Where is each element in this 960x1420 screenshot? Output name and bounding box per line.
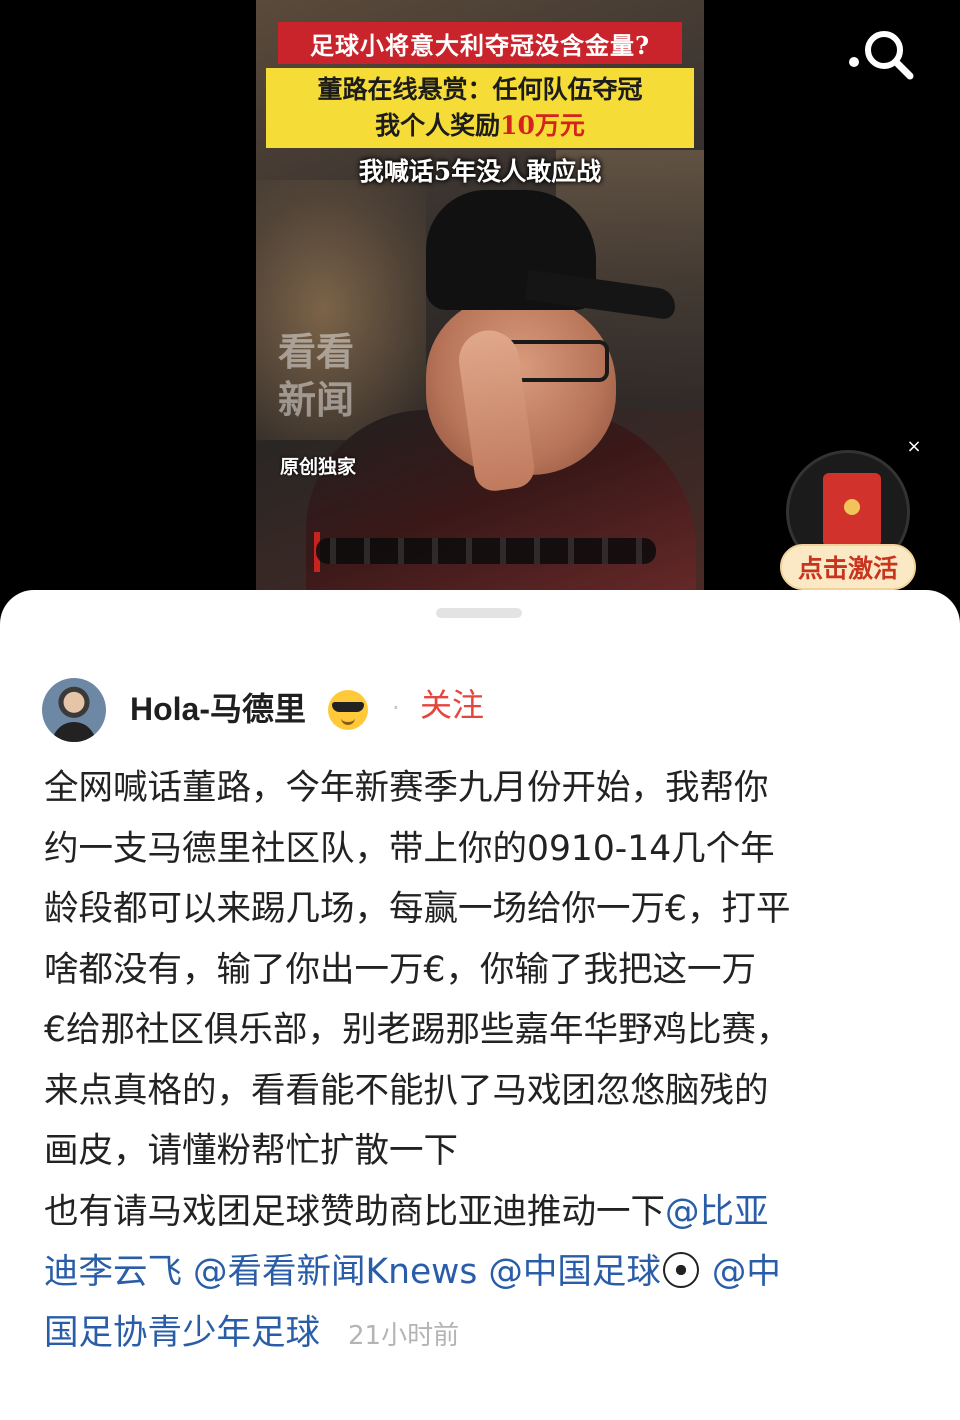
post-line: 迪李云飞 @看看新闻Knews @中国足球 @中	[44, 1242, 924, 1303]
search-icon	[849, 31, 914, 80]
close-icon[interactable]: ×	[900, 432, 928, 460]
search-button[interactable]	[846, 22, 918, 82]
post-line-text: 也有请马戏团足球赞助商比亚迪推动一下	[44, 1191, 665, 1232]
post-sheet: Hola-马德里 · 关注 全网喊话董路，今年新赛季九月份开始，我帮你 约一支马…	[0, 590, 960, 1420]
activate-button[interactable]: 点击激活	[780, 544, 916, 590]
watermark-logo: 看看 新闻	[278, 328, 354, 424]
post-line: 全网喊话董路，今年新赛季九月份开始，我帮你	[44, 768, 769, 808]
author-row: Hola-马德里 · 关注	[42, 678, 922, 744]
mention-link-knews[interactable]: @看看新闻Knews	[193, 1252, 477, 1292]
post-line: 龄段都可以来踢几场，每赢一场给你一万€，打平	[44, 889, 791, 929]
post-line: 国足协青少年足球 21小时前	[44, 1303, 924, 1367]
follow-button[interactable]: 关注	[420, 680, 484, 726]
video-caption-subtitle: 我喊话5年没人敢应战	[358, 157, 602, 186]
headline-line-2: 我个人奖励10万元	[266, 108, 694, 144]
separator-dot: ·	[392, 694, 400, 722]
watermark-line-1: 看看	[278, 329, 355, 374]
headline-highlight: 10万元	[500, 111, 585, 140]
post-line: 也有请马戏团足球赞助商比亚迪推动一下@比亚	[44, 1182, 924, 1243]
sunglasses-emoji-icon	[328, 690, 368, 730]
watermark-line-2: 新闻	[278, 377, 355, 422]
post-timestamp: 21小时前	[348, 1320, 460, 1351]
sheet-grab-handle[interactable]	[436, 608, 522, 618]
headline-line-2-prefix: 我个人奖励	[375, 111, 501, 140]
video-area[interactable]: 足球小将意大利夺冠没含金量? 董路在线悬赏：任何队伍夺冠 我个人奖励10万元 我…	[0, 0, 960, 600]
mention-link-cfa-youth[interactable]: @中	[712, 1252, 781, 1292]
post-text: 全网喊话董路，今年新赛季九月份开始，我帮你 约一支马德里社区队，带上你的0910…	[44, 758, 924, 1366]
post-line: 啥都没有，输了你出一万€，你输了我把这一万	[44, 949, 756, 990]
post-line: 来点真格的，看看能不能扒了马戏团忽悠脑残的	[44, 1070, 769, 1111]
author-name[interactable]: Hola-马德里	[130, 684, 306, 730]
post-line: 画皮，请懂粉帮忙扩散一下	[44, 1131, 458, 1171]
mention-link-byd-cont[interactable]: 迪李云飞	[44, 1252, 182, 1292]
video-caption-title: 足球小将意大利夺冠没含金量?	[278, 22, 682, 64]
post-line: €给那社区俱乐部，别老踢那些嘉年华野鸡比赛，	[44, 1010, 791, 1050]
mention-link-cfa-youth-cont[interactable]: 国足协青少年足球	[44, 1313, 320, 1353]
red-envelope-icon	[823, 473, 881, 547]
video-frame[interactable]: 足球小将意大利夺冠没含金量? 董路在线悬赏：任何队伍夺冠 我个人奖励10万元 我…	[256, 0, 704, 592]
headline-line-1: 董路在线悬赏：任何队伍夺冠	[317, 75, 643, 104]
mention-link-byd[interactable]: @比亚	[665, 1192, 769, 1232]
video-caption-headline: 董路在线悬赏：任何队伍夺冠 我个人奖励10万元	[266, 68, 694, 148]
post-line: 约一支马德里社区队，带上你的0910-14几个年	[44, 828, 775, 869]
mention-link-china-football[interactable]: @中国足球	[488, 1252, 661, 1292]
avatar[interactable]	[42, 678, 106, 742]
redacted-caption	[316, 538, 656, 564]
soccer-ball-icon	[662, 1252, 699, 1288]
watermark-exclusive-label: 原创独家	[280, 456, 357, 478]
